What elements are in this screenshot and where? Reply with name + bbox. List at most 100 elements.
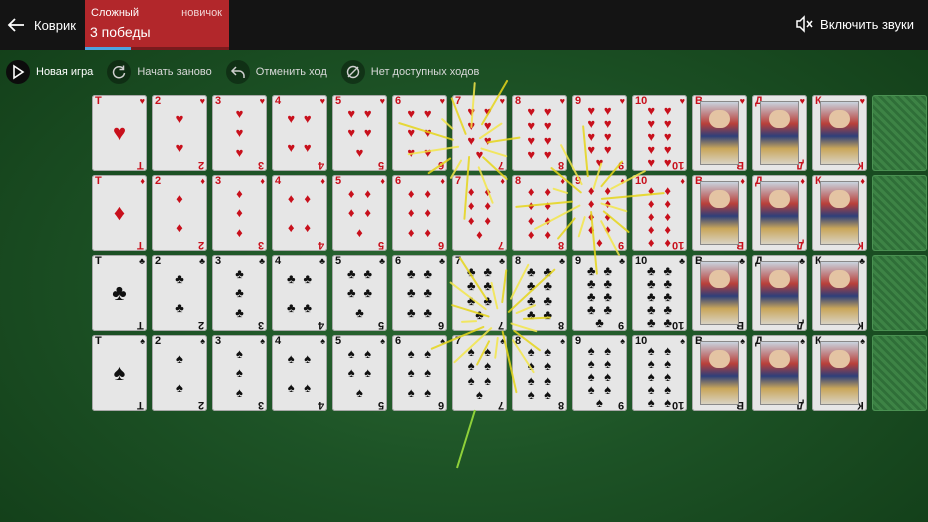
playing-card[interactable]: 6 ♣ 6 ♣ ♣ ♣ ♣ ♣ ♣ <box>392 255 447 331</box>
playing-card[interactable]: 9 ♠ 9 ♠ ♠ ♠ ♠ ♠ ♠ ♠ ♠ ♠ <box>572 335 627 411</box>
suit-pip: ♣ <box>423 285 433 301</box>
playing-card[interactable]: 5 ♦ 5 ♦ ♦ ♦ ♦ ♦ <box>332 175 387 251</box>
playing-card[interactable]: 9 ♥ 9 ♥ ♥ ♥ ♥ ♥ ♥ ♥ ♥ ♥ <box>572 95 627 171</box>
playing-card[interactable]: 9 ♣ 9 ♣ ♣ ♣ ♣ ♣ ♣ ♣ ♣ ♣ <box>572 255 627 331</box>
suit-pip: ♥ <box>423 125 432 141</box>
playing-card[interactable]: 3 ♣ 3 ♣ ♣ ♣ <box>212 255 267 331</box>
playing-card[interactable]: К ♣ К <box>812 255 867 331</box>
playing-card[interactable]: 3 ♦ 3 ♦ ♦ ♦ <box>212 175 267 251</box>
playing-card[interactable]: В ♠ В <box>692 335 747 411</box>
empty-card-slot[interactable] <box>872 255 927 331</box>
playing-card[interactable]: 8 ♦ 8 ♦ ♦ ♦ ♦ ♦ ♦ ♦ ♦ <box>512 175 567 251</box>
playing-card[interactable]: 6 ♠ 6 ♠ ♠ ♠ ♠ ♠ ♠ <box>392 335 447 411</box>
suit-pip: ♣ <box>483 292 493 308</box>
suit-pip: ♣ <box>235 266 244 282</box>
undo-button[interactable]: Отменить ход <box>225 60 327 84</box>
playing-card[interactable]: Т ♠ Т ♠ <box>92 335 147 411</box>
card-pips: ♦ ♦ ♦ ♦ ♦ ♦ ♦ ♦ ♦ <box>583 184 616 249</box>
suit-pip: ♣ <box>175 300 184 315</box>
card-suit: ♣ <box>499 256 505 266</box>
playing-card[interactable]: Д ♣ Д <box>752 255 807 331</box>
playing-card[interactable]: 4 ♠ 4 ♠ ♠ ♠ ♠ <box>272 335 327 411</box>
playing-card[interactable]: 7 ♥ 7 ♥ ♥ ♥ ♥ ♥ ♥ ♥ <box>452 95 507 171</box>
card-rank: 2 <box>197 399 204 411</box>
suit-pip: ♠ <box>527 343 535 359</box>
playing-card[interactable]: К ♥ К <box>812 95 867 171</box>
playing-card[interactable]: 7 ♦ 7 ♦ ♦ ♦ ♦ ♦ ♦ ♦ <box>452 175 507 251</box>
suit-pip: ♥ <box>483 103 492 119</box>
playing-card[interactable]: 10 ♦ 10 ♦ ♦ ♦ ♦ ♦ ♦ ♦ ♦ ♦ ♦ <box>632 175 687 251</box>
wins-count: 3 победы <box>90 24 151 40</box>
court-figure-image <box>700 261 739 325</box>
card-rank: 6 <box>437 399 444 411</box>
playing-card[interactable]: 5 ♠ 5 ♠ ♠ ♠ ♠ ♠ <box>332 335 387 411</box>
suit-pip: ♠ <box>476 387 483 403</box>
card-rank: 8 <box>557 319 564 331</box>
empty-card-slot[interactable] <box>872 335 927 411</box>
suit-pip: ♦ <box>484 198 492 214</box>
restart-button[interactable]: Начать заново <box>107 60 212 84</box>
suit-pip: ♥ <box>303 111 312 126</box>
playing-card[interactable]: 4 ♣ 4 ♣ ♣ ♣ ♣ <box>272 255 327 331</box>
playing-card[interactable]: 8 ♣ 8 ♣ ♣ ♣ ♣ ♣ ♣ ♣ ♣ <box>512 255 567 331</box>
card-pips: ♥ ♥ ♥ ♥ ♥ ♥ ♥ ♥ <box>523 104 556 162</box>
suit-pip: ♦ <box>527 198 535 214</box>
playing-card[interactable]: Т ♣ Т ♣ <box>92 255 147 331</box>
playing-card[interactable]: 6 ♦ 6 ♦ ♦ ♦ ♦ ♦ ♦ <box>392 175 447 251</box>
level-progress-bar <box>85 47 229 50</box>
playing-card[interactable]: Т ♦ Т ♦ <box>92 175 147 251</box>
card-suit: ♣ <box>199 256 205 266</box>
playing-card[interactable]: 2 ♣ 2 ♣ ♣ <box>152 255 207 331</box>
playing-card[interactable]: 2 ♥ 2 ♥ ♥ <box>152 95 207 171</box>
playing-card[interactable]: 4 ♥ 4 ♥ ♥ ♥ ♥ <box>272 95 327 171</box>
back-button[interactable]: Коврик <box>6 14 76 36</box>
playing-card[interactable]: 8 ♠ 8 ♠ ♠ ♠ ♠ ♠ ♠ ♠ ♠ <box>512 335 567 411</box>
playing-card[interactable]: Д ♥ Д <box>752 95 807 171</box>
playing-card[interactable]: 3 ♥ 3 ♥ ♥ ♥ <box>212 95 267 171</box>
playing-card[interactable]: 10 ♠ 10 ♠ ♠ ♠ ♠ ♠ ♠ ♠ ♠ ♠ ♠ <box>632 335 687 411</box>
suit-pip: ♥ <box>543 103 552 119</box>
suit-pip: ♦ <box>287 191 295 206</box>
suit-pip: ♦ <box>287 220 295 235</box>
suit-pip: ♥ <box>483 132 492 148</box>
playing-card[interactable]: 10 ♣ 10 ♣ ♣ ♣ ♣ ♣ ♣ ♣ ♣ ♣ ♣ <box>632 255 687 331</box>
difficulty-panel[interactable]: Сложный новичок 3 победы <box>85 0 229 50</box>
card-suit: ♠ <box>440 336 445 346</box>
card-pips: ♥ ♥ ♥ ♥ ♥ ♥ <box>403 104 436 162</box>
suit-pip: ♦ <box>407 224 415 240</box>
card-rank: 6 <box>395 255 402 267</box>
card-rank: 8 <box>557 159 564 171</box>
playing-card[interactable]: 2 ♠ 2 ♠ ♠ <box>152 335 207 411</box>
playing-card[interactable]: 5 ♥ 5 ♥ ♥ ♥ ♥ ♥ <box>332 95 387 171</box>
playing-card[interactable]: 9 ♦ 9 ♦ ♦ ♦ ♦ ♦ ♦ ♦ ♦ ♦ <box>572 175 627 251</box>
suit-pip: ♣ <box>526 292 536 308</box>
playing-card[interactable]: К ♦ К <box>812 175 867 251</box>
playing-card[interactable]: 6 ♥ 6 ♥ ♥ ♥ ♥ ♥ ♥ <box>392 95 447 171</box>
playing-card[interactable]: 8 ♥ 8 ♥ ♥ ♥ ♥ ♥ ♥ ♥ ♥ <box>512 95 567 171</box>
playing-card[interactable]: 10 ♥ 10 ♥ ♥ ♥ ♥ ♥ ♥ ♥ ♥ ♥ ♥ <box>632 95 687 171</box>
hint-button[interactable]: Нет доступных ходов <box>340 60 479 84</box>
playing-card[interactable]: Д ♠ Д <box>752 335 807 411</box>
sound-toggle-button[interactable]: Включить звуки <box>794 14 914 34</box>
card-pips: ♠ ♠ ♠ ♠ ♠ ♠ ♠ ♠ ♠ ♠ <box>643 344 676 409</box>
suit-pip: ♦ <box>176 191 183 206</box>
playing-card[interactable]: 4 ♦ 4 ♦ ♦ ♦ ♦ <box>272 175 327 251</box>
playing-card[interactable]: 5 ♣ 5 ♣ ♣ ♣ ♣ ♣ <box>332 255 387 331</box>
playing-card[interactable]: 2 ♦ 2 ♦ ♦ <box>152 175 207 251</box>
playing-card[interactable]: В ♥ В <box>692 95 747 171</box>
empty-card-slot[interactable] <box>872 95 927 171</box>
card-rank: 8 <box>557 239 564 251</box>
empty-card-slot[interactable] <box>872 175 927 251</box>
playing-card[interactable]: Д ♦ Д <box>752 175 807 251</box>
playing-card[interactable]: В ♦ В <box>692 175 747 251</box>
new-game-button[interactable]: Новая игра <box>6 60 93 84</box>
suit-pip: ♦ <box>424 224 432 240</box>
playing-card[interactable]: Т ♥ Т ♥ <box>92 95 147 171</box>
playing-card[interactable]: 7 ♠ 7 ♠ ♠ ♠ ♠ ♠ ♠ ♠ <box>452 335 507 411</box>
playing-card[interactable]: 3 ♠ 3 ♠ ♠ ♠ <box>212 335 267 411</box>
playing-card[interactable]: К ♠ К <box>812 335 867 411</box>
playing-card[interactable]: 7 ♣ 7 ♣ ♣ ♣ ♣ ♣ ♣ ♣ <box>452 255 507 331</box>
suit-pip: ♠ <box>407 346 415 362</box>
playing-card[interactable]: В ♣ В <box>692 255 747 331</box>
card-rank: 2 <box>155 335 162 347</box>
